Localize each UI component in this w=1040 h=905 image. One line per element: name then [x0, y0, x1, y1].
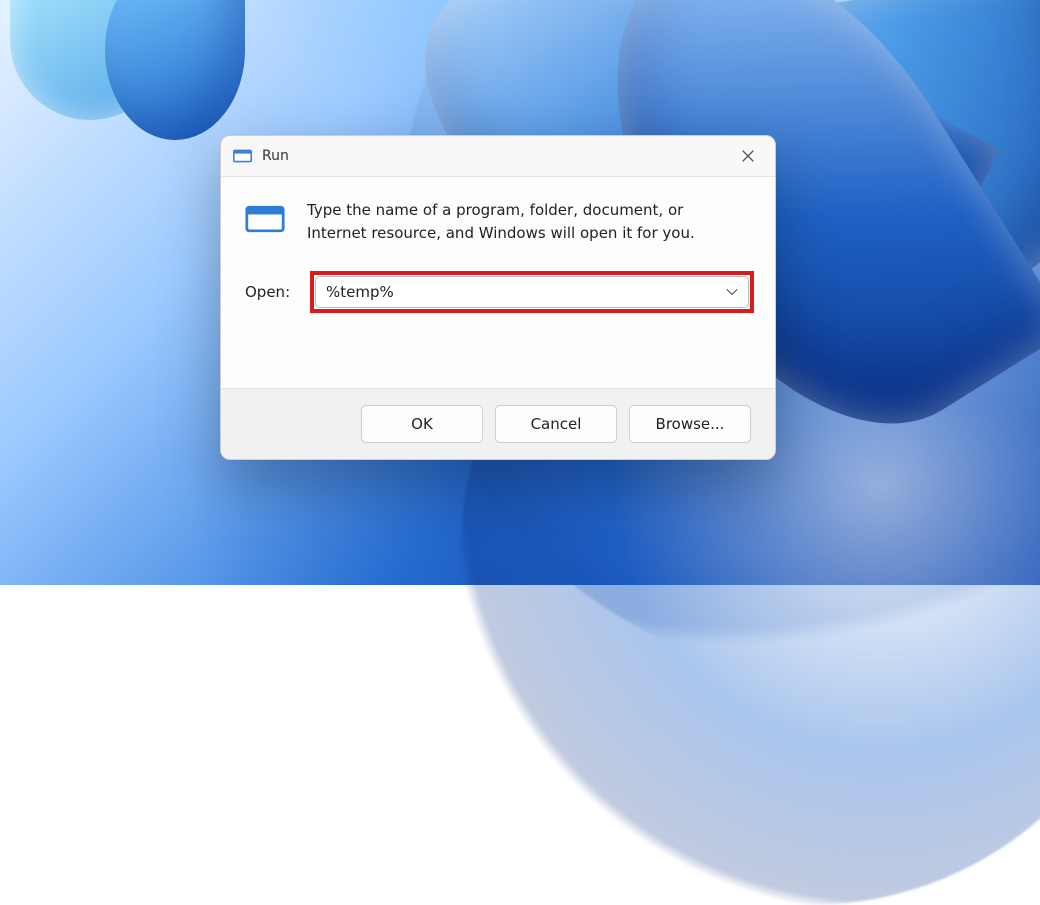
open-label: Open:	[245, 283, 295, 301]
close-icon	[742, 150, 754, 162]
dialog-footer: OK Cancel Browse...	[221, 388, 775, 459]
cancel-button[interactable]: Cancel	[495, 405, 617, 443]
titlebar[interactable]: Run	[221, 136, 775, 176]
open-input-value: %temp%	[326, 283, 394, 301]
dialog-title: Run	[262, 148, 289, 164]
run-dialog: Run Type the name of a program, folder, …	[220, 135, 776, 460]
open-combobox[interactable]: %temp%	[315, 276, 749, 308]
dialog-body: Type the name of a program, folder, docu…	[221, 177, 775, 388]
close-button[interactable]	[725, 140, 771, 172]
run-dialog-icon	[245, 203, 285, 235]
browse-button[interactable]: Browse...	[629, 405, 751, 443]
ok-button[interactable]: OK	[361, 405, 483, 443]
run-title-icon	[233, 148, 252, 164]
dialog-description: Type the name of a program, folder, docu…	[307, 199, 727, 246]
chevron-down-icon	[726, 288, 738, 296]
